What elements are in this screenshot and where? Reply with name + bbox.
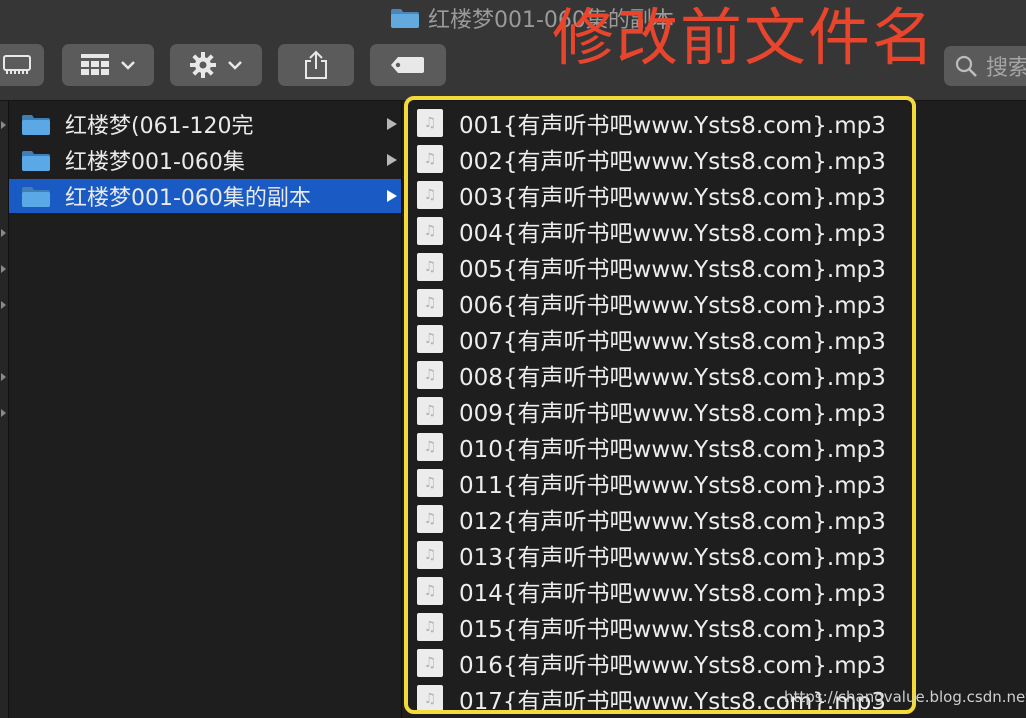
folder-row[interactable]: 红楼梦001-060集的副本 — [9, 179, 401, 213]
audio-file-icon: ♫ — [417, 541, 443, 569]
audio-file-icon: ♫ — [417, 289, 443, 317]
file-row[interactable]: ♫ 001{有声听书吧www.Ysts8.com}.mp3 — [417, 105, 886, 141]
share-button[interactable] — [278, 44, 354, 86]
file-row[interactable]: ♫ 015{有声听书吧www.Ysts8.com}.mp3 — [417, 609, 886, 645]
chevron-right-icon — [1, 229, 6, 237]
file-name: 011{有声听书吧www.Ysts8.com}.mp3 — [459, 473, 886, 499]
audio-file-icon: ♫ — [417, 109, 443, 137]
audio-file-icon: ♫ — [417, 577, 443, 605]
file-row[interactable]: ♫ 002{有声听书吧www.Ysts8.com}.mp3 — [417, 141, 886, 177]
folder-icon — [22, 151, 50, 171]
file-name: 003{有声听书吧www.Ysts8.com}.mp3 — [459, 185, 886, 211]
folder-row[interactable]: 红楼梦(061-120完 — [9, 107, 401, 141]
audio-file-icon: ♫ — [417, 397, 443, 425]
file-name: 015{有声听书吧www.Ysts8.com}.mp3 — [459, 617, 886, 643]
folder-icon — [22, 115, 50, 135]
file-name: 009{有声听书吧www.Ysts8.com}.mp3 — [459, 401, 886, 427]
file-name: 014{有声听书吧www.Ysts8.com}.mp3 — [459, 581, 886, 607]
file-row[interactable]: ♫ 003{有声听书吧www.Ysts8.com}.mp3 — [417, 177, 886, 213]
chevron-down-icon — [228, 61, 242, 70]
chevron-right-icon — [387, 118, 397, 130]
chevron-right-icon — [1, 373, 6, 381]
search-placeholder: 搜索 — [986, 56, 1026, 81]
file-name: 007{有声听书吧www.Ysts8.com}.mp3 — [459, 329, 886, 355]
group-by-button[interactable] — [62, 44, 154, 86]
audio-file-icon: ♫ — [417, 145, 443, 173]
file-row[interactable]: ♫ 007{有声听书吧www.Ysts8.com}.mp3 — [417, 321, 886, 357]
chevron-right-icon — [1, 265, 6, 273]
audio-file-icon: ♫ — [417, 217, 443, 245]
audio-file-icon: ♫ — [417, 613, 443, 641]
file-name: 012{有声听书吧www.Ysts8.com}.mp3 — [459, 509, 886, 535]
file-name: 006{有声听书吧www.Ysts8.com}.mp3 — [459, 293, 886, 319]
file-row[interactable]: ♫ 005{有声听书吧www.Ysts8.com}.mp3 — [417, 249, 886, 285]
search-field[interactable]: 搜索 — [944, 46, 1026, 86]
audio-file-icon: ♫ — [417, 361, 443, 389]
folder-row-label: 红楼梦001-060集 — [65, 150, 245, 175]
folder-icon — [22, 187, 50, 207]
audio-file-icon: ♫ — [417, 469, 443, 497]
file-row[interactable]: ♫ 011{有声听书吧www.Ysts8.com}.mp3 — [417, 465, 886, 501]
file-name: 010{有声听书吧www.Ysts8.com}.mp3 — [459, 437, 886, 463]
finder-toolbar: 红楼梦001-060集的副本 修改前文件名 搜索 — [0, 0, 1026, 101]
file-name: 001{有声听书吧www.Ysts8.com}.mp3 — [459, 113, 886, 139]
chevron-right-icon — [387, 190, 397, 202]
annotation-text: 修改前文件名 — [552, 1, 937, 74]
share-icon — [305, 50, 327, 79]
chevron-down-icon — [121, 61, 135, 70]
gear-icon — [190, 52, 216, 78]
file-name: 013{有声听书吧www.Ysts8.com}.mp3 — [459, 545, 886, 571]
file-name: 008{有声听书吧www.Ysts8.com}.mp3 — [459, 365, 886, 391]
file-name: 005{有声听书吧www.Ysts8.com}.mp3 — [459, 257, 886, 283]
audio-file-icon: ♫ — [417, 649, 443, 677]
file-row[interactable]: ♫ 010{有声听书吧www.Ysts8.com}.mp3 — [417, 429, 886, 465]
file-name: 004{有声听书吧www.Ysts8.com}.mp3 — [459, 221, 886, 247]
file-row[interactable]: ♫ 008{有声听书吧www.Ysts8.com}.mp3 — [417, 357, 886, 393]
audio-file-icon: ♫ — [417, 325, 443, 353]
search-icon — [955, 55, 977, 77]
chevron-right-icon — [1, 409, 6, 417]
chevron-right-icon — [1, 301, 6, 309]
tag-icon — [391, 57, 424, 73]
audio-file-icon: ♫ — [417, 253, 443, 281]
folder-column: 红楼梦(061-120完 红楼梦001-060集红楼梦001-060集的副本 — [9, 101, 402, 718]
folder-row-label: 红楼梦(061-120完 — [65, 114, 254, 139]
file-row[interactable]: ♫ 012{有声听书吧www.Ysts8.com}.mp3 — [417, 501, 886, 537]
folder-icon — [391, 9, 419, 28]
view-options-button[interactable] — [0, 44, 44, 86]
file-row[interactable]: ♫ 009{有声听书吧www.Ysts8.com}.mp3 — [417, 393, 886, 429]
file-row[interactable]: ♫ 016{有声听书吧www.Ysts8.com}.mp3 — [417, 645, 886, 681]
audio-file-icon: ♫ — [417, 505, 443, 533]
file-row[interactable]: ♫ 004{有声听书吧www.Ysts8.com}.mp3 — [417, 213, 886, 249]
chevron-right-icon — [1, 121, 6, 129]
audio-file-icon: ♫ — [417, 181, 443, 209]
file-name: 016{有声听书吧www.Ysts8.com}.mp3 — [459, 653, 886, 679]
audio-file-icon: ♫ — [417, 433, 443, 461]
list-view-icon — [3, 55, 31, 74]
watermark: https://changvalue.blog.csdn.net — [784, 688, 1026, 706]
action-button[interactable] — [170, 44, 262, 86]
previous-column-edge[interactable] — [0, 101, 9, 718]
file-row[interactable]: ♫ 013{有声听书吧www.Ysts8.com}.mp3 — [417, 537, 886, 573]
file-row[interactable]: ♫ 006{有声听书吧www.Ysts8.com}.mp3 — [417, 285, 886, 321]
file-name: 002{有声听书吧www.Ysts8.com}.mp3 — [459, 149, 886, 175]
file-row[interactable]: ♫ 014{有声听书吧www.Ysts8.com}.mp3 — [417, 573, 886, 609]
folder-row-label: 红楼梦001-060集的副本 — [65, 186, 311, 211]
folder-row[interactable]: 红楼梦001-060集 — [9, 143, 401, 177]
grid-view-icon — [81, 54, 109, 75]
chevron-right-icon — [387, 154, 397, 166]
audio-file-icon: ♫ — [417, 685, 443, 713]
tags-button[interactable] — [370, 44, 446, 86]
